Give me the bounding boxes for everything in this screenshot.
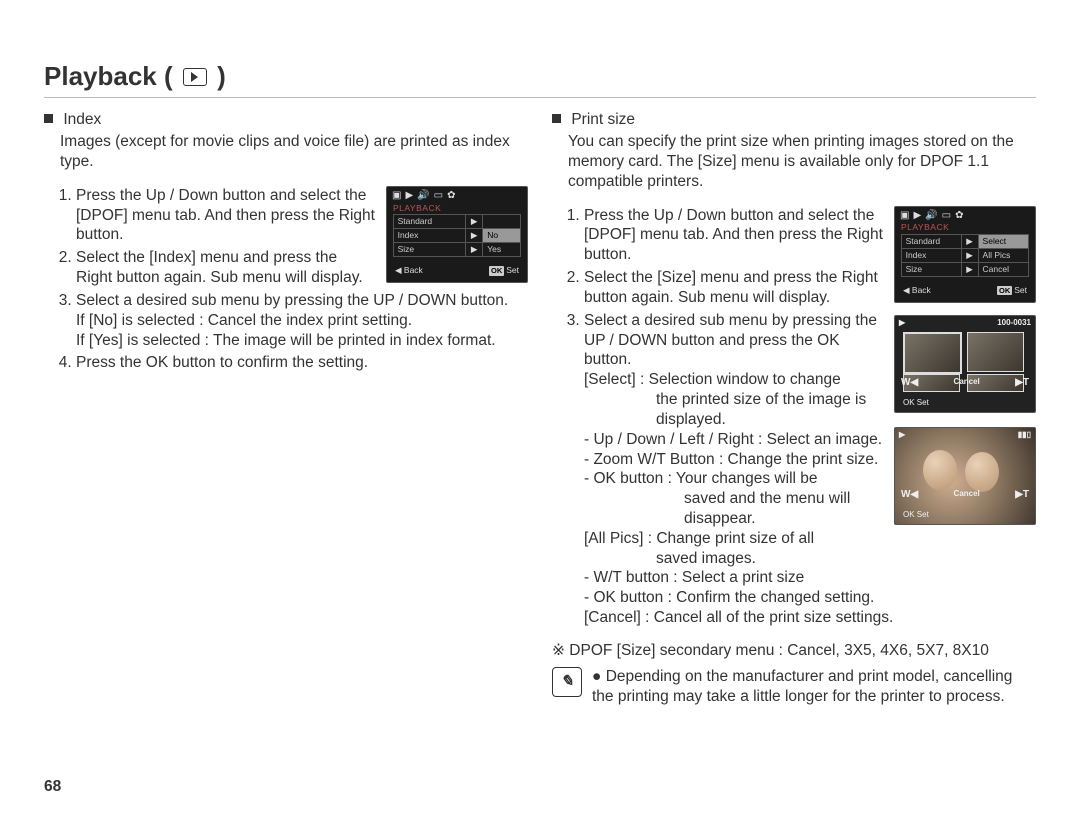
title-rule: [44, 97, 1036, 98]
sound-icon: 🔊: [925, 210, 937, 223]
title-text: Playback (: [44, 61, 173, 91]
battery-icon: ▮▮▯: [1018, 430, 1031, 440]
gear-icon: ✿: [955, 210, 963, 223]
left-heading: Index: [44, 110, 528, 130]
secondary-menu-line: ※ DPOF [Size] secondary menu : Cancel, 3…: [552, 641, 1036, 661]
play-small-icon: ▶: [913, 210, 921, 223]
table-row: Size▶Cancel: [901, 263, 1029, 277]
menu-table: Standard▶ Index▶No Size▶Yes: [393, 214, 522, 257]
back-label: ◀ Back: [903, 285, 931, 296]
list-item: Select a desired sub menu by pressing th…: [76, 291, 528, 350]
menu-table: Standard▶Select Index▶All Pics Size▶Canc…: [901, 234, 1030, 277]
zoom-w-label: W◀: [901, 377, 918, 390]
note-text: ● Depending on the manufacturer and prin…: [592, 667, 1036, 707]
left-intro: Images (except for movie clips and voice…: [60, 132, 528, 172]
image-id-label: 100-0031: [997, 318, 1031, 328]
left-heading-text: Index: [63, 111, 101, 128]
cancel-label: Cancel: [954, 377, 980, 390]
set-label: OK Set: [903, 510, 929, 520]
camera-icon: ▣: [392, 190, 401, 203]
set-label: OKSet: [489, 265, 519, 276]
table-row: Standard▶Select: [901, 235, 1029, 249]
set-label: OKSet: [997, 285, 1027, 296]
left-menu-screenshot: ▣ ▶ 🔊 ▭ ✿ PLAYBACK Standard▶ Index▶No Si…: [386, 186, 528, 283]
menu-iconbar: ▣ ▶ 🔊 ▭ ✿: [895, 207, 1035, 223]
title-tail: ): [217, 61, 226, 91]
gear-icon: ✿: [447, 190, 455, 203]
note-icon: ✎: [552, 667, 582, 697]
camera-icon: ▣: [900, 210, 909, 223]
menu-iconbar: ▣ ▶ 🔊 ▭ ✿: [387, 187, 527, 203]
square-bullet-icon: [44, 114, 53, 123]
menu-section: PLAYBACK: [387, 203, 527, 214]
table-row: Index▶No: [393, 229, 521, 243]
right-screenshots: ▣ ▶ 🔊 ▭ ✿ PLAYBACK Standard▶Select Index…: [886, 206, 1036, 525]
zoom-t-label: ▶T: [1015, 377, 1029, 390]
menu-bottombar: ◀ Back OKSet: [895, 279, 1035, 302]
right-heading-text: Print size: [571, 111, 635, 128]
display-icon: ▭: [942, 210, 951, 223]
allpics-image-screenshot: ▶ ▮▮▯ W◀ Cancel ▶T OK Set: [894, 427, 1036, 525]
cancel-label: Cancel: [954, 489, 980, 502]
page-title: Playback ( ): [44, 60, 1036, 93]
set-label: OK Set: [903, 398, 929, 408]
note-box: ✎ ● Depending on the manufacturer and pr…: [552, 667, 1036, 707]
sound-icon: 🔊: [417, 190, 429, 203]
table-row: Standard▶: [393, 215, 521, 229]
table-row: Index▶All Pics: [901, 249, 1029, 263]
play-tiny-icon: ▶: [899, 318, 905, 328]
right-menu-screenshot: ▣ ▶ 🔊 ▭ ✿ PLAYBACK Standard▶Select Index…: [894, 206, 1036, 303]
play-tiny-icon: ▶: [899, 430, 905, 440]
play-icon: [183, 68, 207, 86]
menu-section: PLAYBACK: [895, 222, 1035, 233]
right-column: Print size You can specify the print siz…: [552, 108, 1036, 706]
select-image-screenshot: ▶ 100-0031 W◀ Cancel ▶T OK Set: [894, 315, 1036, 413]
table-row: Size▶Yes: [393, 243, 521, 257]
zoom-t-label: ▶T: [1015, 489, 1029, 502]
play-small-icon: ▶: [405, 190, 413, 203]
right-heading: Print size: [552, 110, 1036, 130]
back-label: ◀ Back: [395, 265, 423, 276]
list-item: Press the OK button to confirm the setti…: [76, 353, 528, 373]
left-column: Index Images (except for movie clips and…: [44, 108, 528, 706]
right-intro: You can specify the print size when prin…: [568, 132, 1036, 191]
square-bullet-icon: [552, 114, 561, 123]
menu-bottombar: ◀ Back OKSet: [387, 259, 527, 282]
page-number: 68: [44, 777, 61, 797]
display-icon: ▭: [434, 190, 443, 203]
zoom-w-label: W◀: [901, 489, 918, 502]
